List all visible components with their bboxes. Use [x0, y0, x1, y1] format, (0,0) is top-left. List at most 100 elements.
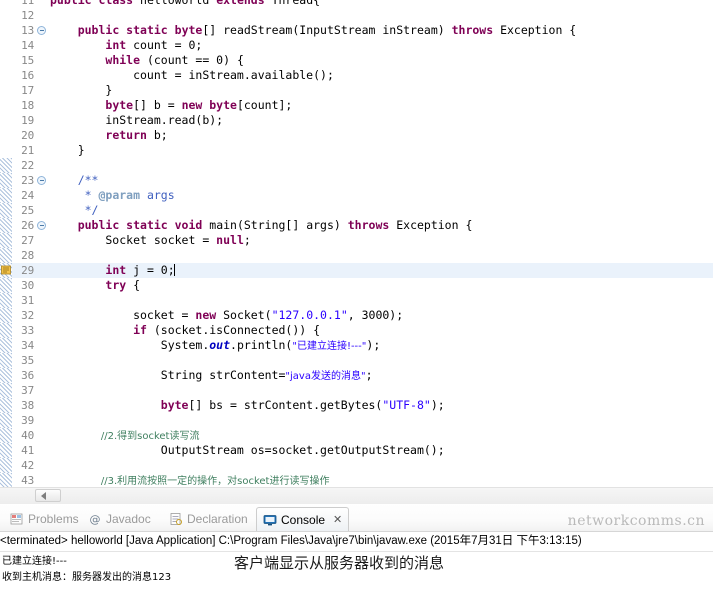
code-line[interactable]: 16 count = inStream.available(); — [0, 68, 713, 83]
line-number: 30 — [21, 279, 34, 292]
code-fold-toggle-icon[interactable] — [37, 221, 46, 230]
line-number: 39 — [21, 414, 34, 427]
code-line[interactable]: 32 socket = new Socket("127.0.0.1", 3000… — [0, 308, 713, 323]
gutter-annotation-column — [0, 323, 12, 338]
gutter-annotation-column — [0, 8, 12, 23]
gutter-annotation-column — [0, 473, 12, 487]
line-number: 21 — [21, 144, 34, 157]
code-line[interactable]: 24 * @param args — [0, 188, 713, 203]
code-text: * @param args — [50, 188, 175, 202]
code-line[interactable]: 26 public static void main(String[] args… — [0, 218, 713, 233]
code-line[interactable]: 15 while (count == 0) { — [0, 53, 713, 68]
line-number: 15 — [21, 54, 34, 67]
code-line[interactable]: 12 — [0, 8, 713, 23]
gutter-annotation-column — [0, 158, 12, 173]
line-number: 24 — [21, 189, 34, 202]
line-number: 25 — [21, 204, 34, 217]
gutter-annotation-column — [0, 233, 12, 248]
gutter-annotation-column — [0, 203, 12, 218]
line-number: 27 — [21, 234, 34, 247]
code-line[interactable]: 25 */ — [0, 203, 713, 218]
code-line[interactable]: 30 try { — [0, 278, 713, 293]
code-text: int j = 0; — [105, 263, 175, 277]
gutter-annotation-column — [0, 278, 12, 293]
code-fold-toggle-icon[interactable] — [37, 176, 46, 185]
line-number: 37 — [21, 384, 34, 397]
editor-horizontal-scrollbar[interactable] — [0, 487, 713, 504]
code-line[interactable]: 28 — [0, 248, 713, 263]
javadoc-icon: @ — [88, 512, 102, 526]
code-line[interactable]: 37 — [0, 383, 713, 398]
line-number: 31 — [21, 294, 34, 307]
gutter-annotation-column — [0, 98, 12, 113]
tab-javadoc[interactable]: @ Javadoc — [82, 507, 157, 531]
line-number: 23 — [21, 174, 34, 187]
scrollbar-thumb[interactable] — [35, 489, 61, 502]
code-line[interactable]: 22 — [0, 158, 713, 173]
code-line[interactable]: 27 Socket socket = null; — [0, 233, 713, 248]
code-line[interactable]: 34 System.out.println("已建立连接!---"); — [0, 338, 713, 353]
line-number: 19 — [21, 114, 34, 127]
code-line[interactable]: 31 — [0, 293, 713, 308]
code-line[interactable]: 36 String strContent="java发送的消息"; — [0, 368, 713, 383]
tab-console[interactable]: Console ✕ — [256, 507, 350, 531]
gutter-annotation-column — [0, 0, 12, 8]
code-line[interactable]: 14 int count = 0; — [0, 38, 713, 53]
gutter-annotation-column — [0, 248, 12, 263]
tab-declaration[interactable]: Declaration — [163, 507, 254, 531]
code-text: //2.得到socket读写流 — [50, 431, 200, 442]
line-number: 38 — [21, 399, 34, 412]
console-output[interactable]: 已建立连接!--- 收到主机消息：服务器发出的消息123 客户端显示从服务器收到… — [0, 552, 713, 599]
line-number: 40 — [21, 429, 34, 442]
code-line[interactable]: 19 inStream.read(b); — [0, 113, 713, 128]
code-text: byte[] b = new byte[count]; — [105, 98, 293, 112]
annotation-label: 客户端显示从服务器收到的消息 — [234, 554, 445, 572]
console-output-line: 收到主机消息：服务器发出的消息123 — [2, 572, 172, 583]
code-line[interactable]: 38 byte[] bs = strContent.getBytes("UTF-… — [0, 398, 713, 413]
line-number: 41 — [21, 444, 34, 457]
tab-label: Declaration — [187, 512, 248, 526]
line-number: 13 — [21, 24, 34, 37]
code-text: socket = new Socket("127.0.0.1", 3000); — [50, 308, 404, 322]
code-fold-toggle-icon[interactable] — [37, 26, 46, 35]
code-line[interactable]: 43 //3.利用流按照一定的操作，对socket进行读写操作 — [0, 473, 713, 487]
tab-label: Javadoc — [106, 512, 151, 526]
gutter-annotation-column — [0, 293, 12, 308]
code-line[interactable]: 17 } — [0, 83, 713, 98]
code-text: public static void main(String[] args) t… — [77, 218, 473, 232]
code-line[interactable]: 42 — [0, 458, 713, 473]
code-text: if (socket.isConnected()) { — [133, 323, 321, 337]
code-text: public class helloworld extends Thread{ — [50, 0, 321, 7]
gutter-annotation-column — [0, 458, 12, 473]
code-line[interactable]: 29 int j = 0; — [0, 263, 713, 278]
code-line[interactable]: 33 if (socket.isConnected()) { — [0, 323, 713, 338]
code-line[interactable]: 35 — [0, 353, 713, 368]
code-line[interactable]: 18 byte[] b = new byte[count]; — [0, 98, 713, 113]
code-line[interactable]: 23 /** — [0, 173, 713, 188]
line-number: 20 — [21, 129, 34, 142]
code-line[interactable]: 21 } — [0, 143, 713, 158]
code-line[interactable]: 39 — [0, 413, 713, 428]
tab-label: Problems — [28, 512, 79, 526]
code-line[interactable]: 13 public static byte[] readStream(Input… — [0, 23, 713, 38]
code-line[interactable]: 20 return b; — [0, 128, 713, 143]
code-text: inStream.read(b); — [50, 113, 224, 127]
gutter-annotation-column — [0, 383, 12, 398]
gutter-annotation-column — [0, 218, 12, 233]
scroll-left-arrow-icon[interactable] — [41, 492, 46, 500]
line-number: 11 — [21, 0, 34, 7]
close-icon[interactable]: ✕ — [333, 513, 342, 526]
bottom-panel: Problems @ Javadoc Declaration Console ✕… — [0, 504, 713, 599]
code-line[interactable]: 40 //2.得到socket读写流 — [0, 428, 713, 443]
code-line[interactable]: 41 OutputStream os=socket.getOutputStrea… — [0, 443, 713, 458]
java-code-editor[interactable]: 11 public class helloworld extends Thread… — [0, 0, 713, 487]
tab-problems[interactable]: Problems — [4, 507, 85, 531]
code-text: /** — [50, 173, 99, 187]
code-text: System.out.println("已建立连接!---"); — [50, 338, 381, 352]
line-number: 43 — [21, 474, 34, 487]
console-output-line: 已建立连接!--- — [2, 556, 67, 567]
gutter-annotation-column — [0, 38, 12, 53]
bookmark-icon[interactable] — [0, 264, 12, 276]
code-line[interactable]: 11 public class helloworld extends Thread… — [0, 0, 713, 8]
code-text: Socket socket = null; — [50, 233, 251, 247]
